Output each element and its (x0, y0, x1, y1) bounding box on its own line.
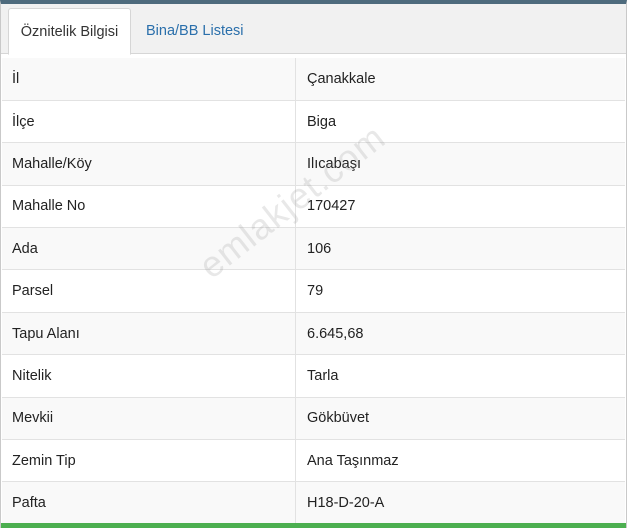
attribute-value: Biga (295, 100, 625, 144)
attribute-key: Mevkii (2, 397, 296, 441)
attribute-value: Çanakkale (295, 58, 625, 101)
attribute-panel: Öznitelik Bilgisi Bina/BB Listesi İl Çan… (0, 0, 627, 528)
attribute-value: 170427 (295, 185, 625, 229)
bottom-accent-bar (1, 523, 626, 528)
attribute-key: Mahalle No (2, 185, 296, 229)
attribute-key: Zemin Tip (2, 439, 296, 483)
table-row: Ada 106 (2, 227, 625, 271)
attribute-key: Ada (2, 227, 296, 271)
attribute-value: 79 (295, 269, 625, 313)
table-row: Mevkii Gökbüvet (2, 397, 625, 441)
attribute-table: İl Çanakkale İlçe Biga Mahalle/Köy Ilıca… (2, 58, 625, 525)
attribute-key: Pafta (2, 481, 296, 525)
attribute-key: İlçe (2, 100, 296, 144)
tab-bar: Öznitelik Bilgisi Bina/BB Listesi (1, 4, 626, 55)
table-row: Tapu Alanı 6.645,68 (2, 312, 625, 356)
attribute-value: Gökbüvet (295, 397, 625, 441)
tab-building-list[interactable]: Bina/BB Listesi (134, 8, 256, 54)
table-row: İlçe Biga (2, 100, 625, 144)
tab-attribute-info[interactable]: Öznitelik Bilgisi (8, 8, 131, 55)
attribute-key: Tapu Alanı (2, 312, 296, 356)
table-row: Parsel 79 (2, 269, 625, 313)
table-row: Mahalle/Köy Ilıcabaşı (2, 142, 625, 186)
table-row: İl Çanakkale (2, 58, 625, 101)
attribute-key: Parsel (2, 269, 296, 313)
table-row: Nitelik Tarla (2, 354, 625, 398)
table-row: Mahalle No 170427 (2, 185, 625, 229)
attribute-value: Ana Taşınmaz (295, 439, 625, 483)
attribute-value: 6.645,68 (295, 312, 625, 356)
attribute-key: İl (2, 58, 296, 101)
attribute-value: H18-D-20-A (295, 481, 625, 525)
attribute-value: 106 (295, 227, 625, 271)
attribute-key: Nitelik (2, 354, 296, 398)
attribute-value: Tarla (295, 354, 625, 398)
attribute-key: Mahalle/Köy (2, 142, 296, 186)
table-row: Zemin Tip Ana Taşınmaz (2, 439, 625, 483)
attribute-value: Ilıcabaşı (295, 142, 625, 186)
table-row: Pafta H18-D-20-A (2, 481, 625, 525)
